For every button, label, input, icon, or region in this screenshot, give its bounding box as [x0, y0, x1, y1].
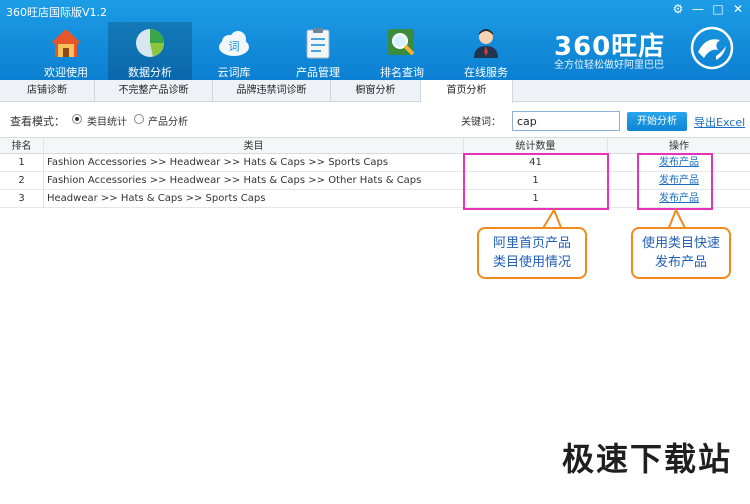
callout-line: 使用类目快速 — [641, 236, 720, 251]
radio-category-stats[interactable] — [72, 114, 82, 124]
nav-item-cloud-lexicon[interactable]: 词 云词库 — [192, 22, 276, 80]
radio-product-analysis[interactable] — [134, 114, 144, 124]
row-category: Fashion Accessories >> Headwear >> Hats … — [44, 172, 464, 189]
export-excel-link[interactable]: 导出Excel — [694, 114, 745, 130]
tab-brand-forbidden-words[interactable]: 品牌违禁词诊断 — [213, 80, 331, 102]
callout-line: 阿里首页产品 — [492, 236, 571, 251]
maximize-icon[interactable]: □ — [710, 2, 726, 16]
svg-text:词: 词 — [229, 40, 240, 53]
operation-highlight-box — [637, 153, 713, 210]
agent-icon — [474, 29, 498, 58]
start-analysis-button[interactable]: 开始分析 — [627, 112, 687, 131]
header-rank[interactable]: 排名 — [0, 138, 44, 153]
home-icon — [51, 29, 81, 57]
close-icon[interactable]: ✕ — [730, 2, 746, 16]
row-category: Headwear >> Hats & Caps >> Sports Caps — [44, 190, 464, 207]
row-rank: 2 — [0, 172, 44, 189]
nav-label: 排名查询 — [380, 66, 424, 79]
count-highlight-box — [463, 153, 609, 210]
brand-slogan: 全方位轻松做好阿里巴巴 — [554, 60, 664, 71]
nav-item-online-service[interactable]: 在线服务 — [444, 22, 528, 80]
tab-showcase-analysis[interactable]: 橱窗分析 — [331, 80, 421, 102]
nav-item-data-analysis[interactable]: 数据分析 — [108, 22, 192, 80]
callout-quick-publish: 使用类目快速 发布产品 — [631, 227, 731, 279]
tab-strip: 店铺诊断 不完整产品诊断 品牌违禁词诊断 橱窗分析 首页分析 — [0, 80, 750, 103]
window-title: 360旺店国际版V1.2 — [6, 6, 108, 19]
callout-category-usage: 阿里首页产品 类目使用情况 — [477, 227, 587, 279]
radio-category-stats-label[interactable]: 类目统计 — [87, 113, 127, 128]
header-operation: 操作 — [669, 141, 689, 152]
view-mode-label: 查看模式： — [10, 115, 65, 128]
callout-line: 类目使用情况 — [492, 255, 571, 270]
tab-shop-diagnosis[interactable]: 店铺诊断 — [0, 80, 95, 102]
nav-item-product-management[interactable]: 产品管理 — [276, 22, 360, 80]
brand: 360旺店 全方位轻松做好阿里巴巴 — [554, 24, 734, 72]
nav-item-welcome[interactable]: 欢迎使用 — [24, 22, 108, 80]
tab-homepage-analysis[interactable]: 首页分析 — [421, 80, 513, 103]
minimize-icon[interactable]: — — [690, 2, 706, 16]
header-category[interactable]: 类目 — [44, 138, 464, 153]
app-header: 360旺店国际版V1.2 ⚙ — □ ✕ 欢迎使用 数据分析 词 云词库 产品管… — [0, 0, 750, 80]
window-controls: ⚙ — □ ✕ — [670, 2, 746, 16]
main-nav: 欢迎使用 数据分析 词 云词库 产品管理 排名查询 在线服务 — [24, 22, 528, 80]
nav-label: 在线服务 — [464, 66, 508, 79]
nav-item-rank-query[interactable]: 排名查询 — [360, 22, 444, 80]
header-count[interactable]: 统计数量 — [464, 138, 608, 153]
keyword-label: 关键词： — [461, 117, 501, 128]
nav-label: 云词库 — [217, 66, 251, 79]
row-rank: 3 — [0, 190, 44, 207]
filter-bar: 查看模式： 类目统计 产品分析 关键词： 开始分析 导出Excel — [0, 104, 750, 134]
keyword-input[interactable] — [512, 111, 620, 131]
cloud-icon: 词 — [219, 31, 249, 56]
table-header: 排名 类目 统计数量 操作 — [0, 137, 750, 154]
radio-product-analysis-label[interactable]: 产品分析 — [148, 113, 188, 128]
tab-incomplete-product[interactable]: 不完整产品诊断 — [95, 80, 213, 102]
clipboard-icon — [306, 28, 330, 59]
nav-label: 欢迎使用 — [44, 66, 88, 79]
settings-icon[interactable]: ⚙ — [670, 2, 686, 16]
nav-label: 产品管理 — [296, 66, 340, 79]
nav-label: 数据分析 — [128, 66, 172, 79]
row-rank: 1 — [0, 154, 44, 171]
magnifier-icon — [388, 29, 415, 56]
callout-line: 发布产品 — [654, 255, 707, 270]
row-category: Fashion Accessories >> Headwear >> Hats … — [44, 154, 464, 171]
pie-chart-icon — [136, 29, 165, 57]
watermark: 极速下载站 — [561, 440, 732, 478]
brand-logo-icon — [690, 26, 734, 70]
